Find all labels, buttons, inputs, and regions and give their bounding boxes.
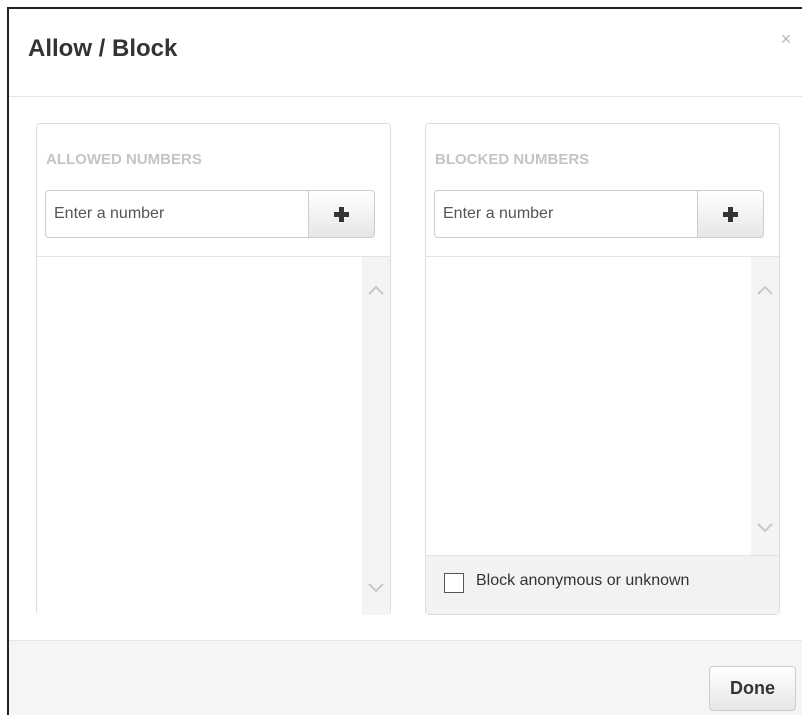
allowed-number-input-group <box>45 190 375 238</box>
blocked-numbers-heading: BLOCKED NUMBERS <box>435 151 590 168</box>
close-icon[interactable]: × <box>776 29 796 49</box>
chevron-down-icon[interactable] <box>367 581 385 595</box>
blocked-numbers-list[interactable] <box>426 256 779 555</box>
blocked-list-scrollbar[interactable] <box>751 257 779 555</box>
plus-icon <box>723 206 738 222</box>
dialog-header: Allow / Block × <box>9 9 802 97</box>
blocked-number-input[interactable] <box>434 190 698 238</box>
dialog-footer: Done <box>9 640 802 715</box>
block-anonymous-checkbox[interactable] <box>444 573 464 593</box>
allowed-numbers-panel: ALLOWED NUMBERS <box>36 123 391 615</box>
plus-icon <box>334 206 349 222</box>
blocked-numbers-panel: BLOCKED NUMBERS Enter a number Block ano… <box>425 123 780 615</box>
allowed-number-input[interactable] <box>45 190 309 238</box>
blocked-number-input-group <box>434 190 764 238</box>
done-button[interactable]: Done <box>709 666 796 711</box>
dialog-title: Allow / Block <box>28 35 178 62</box>
block-anonymous-label[interactable]: Block anonymous or unknown <box>476 572 689 590</box>
allow-block-dialog: Allow / Block × ALLOWED NUMBERS Enter a … <box>7 7 802 715</box>
chevron-down-icon[interactable] <box>756 521 774 535</box>
allowed-numbers-heading: ALLOWED NUMBERS <box>46 151 202 168</box>
allowed-list-scrollbar[interactable] <box>362 257 390 615</box>
block-anonymous-row: Block anonymous or unknown <box>426 555 779 614</box>
add-allowed-number-button[interactable] <box>308 190 375 238</box>
add-blocked-number-button[interactable] <box>697 190 764 238</box>
chevron-up-icon[interactable] <box>367 283 385 297</box>
allowed-numbers-list[interactable] <box>37 256 390 615</box>
chevron-up-icon[interactable] <box>756 283 774 297</box>
